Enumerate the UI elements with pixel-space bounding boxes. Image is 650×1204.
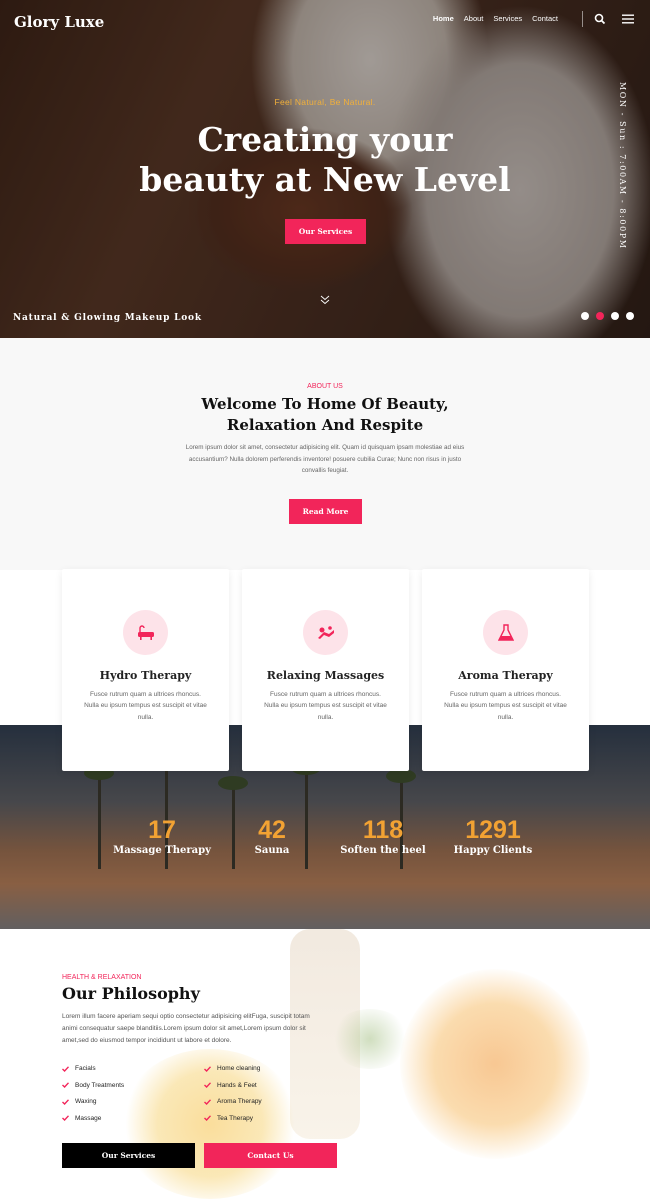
checklist-item: Waxing [62, 1096, 204, 1108]
flask-icon [497, 623, 514, 641]
checklist-item: Hands & Feet [204, 1080, 342, 1092]
check-icon [204, 1082, 211, 1089]
stat-label: Soften the heel [340, 845, 426, 856]
stat-number: 118 [362, 816, 404, 844]
stat-sauna: 42 Sauna [232, 816, 312, 856]
checklist-label: Waxing [75, 1098, 97, 1106]
scroll-down-chevron-icon[interactable] [319, 294, 331, 306]
check-icon [62, 1099, 69, 1105]
about-section: ABOUT US Welcome To Home Of Beauty, Rela… [0, 338, 650, 570]
about-title: Welcome To Home Of Beauty, Relaxation An… [0, 394, 650, 436]
hero-services-button[interactable]: Our Services [285, 219, 366, 244]
stat-massage: 17 Massage Therapy [112, 816, 212, 856]
checklist-label: Tea Therapy [217, 1114, 254, 1122]
stat-heel: 118 Soften the heel [333, 816, 433, 856]
hero-title-line2: beauty at New Level [139, 160, 511, 199]
service-text: Fusce rutrum quam a ultrices rhoncus. Nu… [84, 691, 207, 721]
service-icon-wrap [303, 610, 348, 655]
checklist-label: Aroma Therapy [217, 1098, 262, 1106]
main-nav: Home About Services Contact [433, 14, 558, 23]
check-icon [62, 1066, 69, 1072]
service-card-aroma[interactable]: Aroma Therapy Fusce rutrum quam a ultric… [422, 569, 589, 771]
nav-services[interactable]: Services [493, 14, 522, 23]
our-services-button[interactable]: Our Services [62, 1143, 195, 1168]
nav-home[interactable]: Home [433, 14, 454, 23]
service-title: Relaxing Massages [266, 669, 385, 682]
about-title-line1: Welcome To Home Of Beauty, [201, 395, 449, 413]
stat-label: Sauna [254, 845, 290, 856]
service-text: Fusce rutrum quam a ultrices rhoncus. Nu… [444, 691, 567, 721]
leaf-image [330, 1009, 410, 1069]
slider-dot-1[interactable] [581, 312, 589, 320]
stat-number: 1291 [465, 816, 521, 844]
checklist-label: Hands & Feet [217, 1081, 257, 1089]
slider-dot-3[interactable] [611, 312, 619, 320]
about-title-line2: Relaxation And Respite [226, 416, 424, 434]
slider-dot-4[interactable] [626, 312, 634, 320]
philosophy-eyebrow: HEALTH & RELAXATION [62, 974, 142, 981]
checklist-item: Facials [62, 1063, 204, 1075]
stat-label: Massage Therapy [113, 845, 211, 856]
nav-contact[interactable]: Contact [532, 14, 558, 23]
nav-about[interactable]: About [464, 14, 484, 23]
checklist-label: Facials [75, 1065, 96, 1073]
check-icon [62, 1115, 69, 1122]
checklist-label: Home cleaning [217, 1065, 261, 1073]
flower-image [400, 969, 590, 1159]
palm-tree [84, 766, 114, 869]
slider-dots [581, 312, 634, 320]
about-eyebrow: ABOUT US [307, 383, 343, 390]
service-card-hydro[interactable]: Hydro Therapy Fusce rutrum quam a ultric… [62, 569, 229, 771]
check-icon [204, 1099, 211, 1105]
checklist-item: Massage [62, 1113, 204, 1125]
checklist-label: Body Treatments [75, 1081, 125, 1089]
site-logo[interactable]: Glory Luxe [14, 13, 104, 31]
hero-title-line1: Creating your [197, 120, 453, 159]
contact-us-button[interactable]: Contact Us [204, 1143, 337, 1168]
service-icon-wrap [483, 610, 528, 655]
stat-label: Happy Clients [453, 845, 533, 856]
service-cards: Hydro Therapy Fusce rutrum quam a ultric… [62, 569, 589, 771]
checklist-label: Massage [75, 1114, 102, 1122]
bathtub-icon [137, 624, 154, 640]
philosophy-section: HEALTH & RELAXATION Our Philosophy Lorem… [0, 929, 650, 1204]
hero-section: Glory Luxe Home About Services Contact M… [0, 0, 650, 338]
philosophy-text: Lorem illum facere aperiam sequi optio c… [62, 1013, 310, 1044]
service-title: Hydro Therapy [99, 669, 192, 682]
service-title: Aroma Therapy [458, 669, 553, 682]
about-text: Lorem ipsum dolor sit amet, consectetur … [185, 444, 465, 474]
check-icon [204, 1066, 211, 1072]
service-icon-wrap [123, 610, 168, 655]
hero-caption: Natural & Glowing Makeup Look [13, 313, 202, 323]
checklist-item: Body Treatments [62, 1080, 204, 1092]
massage-icon [317, 625, 334, 639]
search-icon[interactable] [594, 13, 606, 25]
checklist-item: Home cleaning [204, 1063, 342, 1075]
philosophy-title: Our Philosophy [62, 984, 200, 1003]
checklist-item: Tea Therapy [204, 1113, 342, 1125]
check-icon [204, 1115, 211, 1122]
check-icon [62, 1082, 69, 1089]
read-more-button[interactable]: Read More [289, 499, 362, 524]
nav-divider [582, 11, 583, 27]
hamburger-menu-icon[interactable] [622, 13, 634, 25]
stat-number: 17 [148, 816, 176, 844]
slider-dot-2[interactable] [596, 312, 604, 320]
stat-clients: 1291 Happy Clients [445, 816, 541, 856]
hero-title: Creating your beauty at New Level [0, 120, 650, 200]
stat-number: 42 [258, 816, 286, 844]
hero-tagline: Feel Natural, Be Natural. [274, 97, 376, 107]
service-card-massage[interactable]: Relaxing Massages Fusce rutrum quam a ul… [242, 569, 409, 771]
service-text: Fusce rutrum quam a ultrices rhoncus. Nu… [264, 691, 387, 721]
checklist-item: Aroma Therapy [204, 1096, 342, 1108]
philosophy-checklist: Facials Home cleaning Body Treatments Ha… [62, 1063, 342, 1124]
